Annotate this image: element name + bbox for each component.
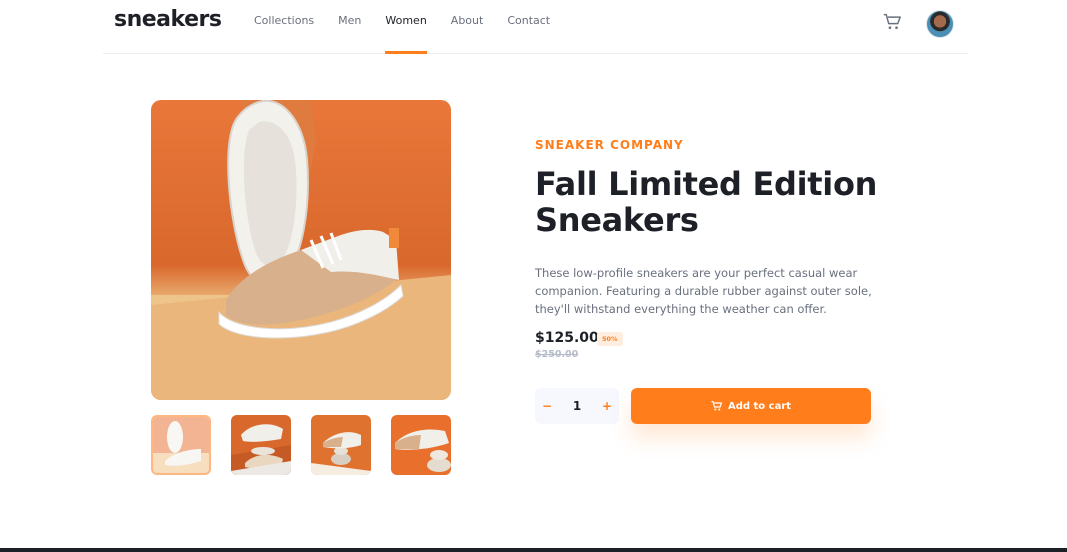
add-to-cart-button[interactable]: Add to cart <box>631 388 871 424</box>
sneaker-thumbnail-icon <box>391 415 451 475</box>
nav-men[interactable]: Men <box>338 0 361 54</box>
discount-badge: 50% <box>597 332 623 346</box>
thumbnail-3[interactable] <box>311 415 371 475</box>
logo[interactable]: sneakers <box>114 7 222 32</box>
thumbnail-1[interactable] <box>151 415 211 475</box>
product-main-image[interactable] <box>151 100 451 400</box>
sneaker-thumbnail-icon <box>153 417 209 473</box>
site-header: sneakers Collections Men Women About Con… <box>103 0 968 54</box>
user-avatar[interactable] <box>926 10 954 38</box>
quantity-value: 1 <box>572 399 582 413</box>
brand-label: SNEAKER COMPANY <box>535 138 684 152</box>
thumbnail-row <box>151 415 451 475</box>
original-price: $250.00 <box>535 349 579 360</box>
page-bottom-border <box>0 548 1067 552</box>
thumbnail-4[interactable] <box>391 415 451 475</box>
nav-about[interactable]: About <box>451 0 484 54</box>
main-nav: Collections Men Women About Contact <box>254 0 574 54</box>
quantity-stepper: − 1 + <box>535 388 619 424</box>
sneaker-thumbnail-icon <box>311 415 371 475</box>
nav-women[interactable]: Women <box>385 0 428 54</box>
current-price: $125.00 <box>535 330 599 346</box>
thumbnail-2[interactable] <box>231 415 291 475</box>
cart-icon <box>711 401 722 411</box>
product-description: These low-profile sneakers are your perf… <box>535 266 872 316</box>
product-title: Fall Limited Edition Sneakers <box>535 165 878 239</box>
add-to-cart-label: Add to cart <box>727 400 792 412</box>
sneaker-thumbnail-icon <box>231 415 291 475</box>
minus-button[interactable]: − <box>535 388 559 424</box>
sneaker-photo-icon <box>151 100 451 400</box>
plus-button[interactable]: + <box>595 388 619 424</box>
cart-icon[interactable] <box>883 13 901 31</box>
nav-collections[interactable]: Collections <box>254 0 314 54</box>
nav-contact[interactable]: Contact <box>507 0 550 54</box>
